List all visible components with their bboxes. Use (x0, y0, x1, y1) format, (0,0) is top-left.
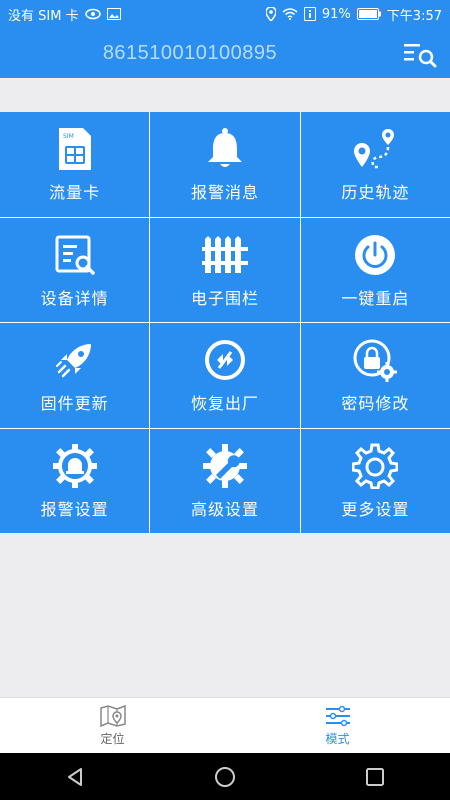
recents-button[interactable] (355, 757, 395, 797)
route-icon (351, 125, 399, 173)
home-button[interactable] (205, 757, 245, 797)
grid-label: 设备详情 (40, 288, 109, 308)
sim-card-icon: SIM (51, 125, 99, 173)
app-bar: 861510010100895 (0, 28, 450, 78)
location-icon (265, 7, 276, 21)
tab-label: 模式 (325, 732, 350, 746)
grid-label: 历史轨迹 (341, 183, 410, 203)
recents-square-icon (366, 767, 384, 786)
carrier-text: 没有 SIM 卡 (8, 8, 79, 24)
grid-item-advanced-settings[interactable]: 高级设置 (150, 428, 300, 533)
tab-mode[interactable]: 模式 (225, 698, 450, 753)
power-icon (351, 231, 399, 279)
grid-label: 更多设置 (341, 499, 410, 519)
reset-icon (201, 336, 249, 384)
grid-item-device-detail[interactable]: 设备详情 (0, 217, 150, 322)
alarm-gear-icon (51, 442, 99, 490)
bottom-nav: 定位 模式 (0, 697, 450, 753)
bell-icon (201, 125, 249, 173)
grid-item-one-key-restart[interactable]: 一键重启 (300, 217, 450, 322)
svg-text:SIM: SIM (63, 133, 74, 140)
function-grid: SIM 流量卡 报警消息 历史轨迹 设备详情 电子围栏 一键重启 固件更新 恢复… (0, 112, 450, 533)
grid-label: 电子围栏 (190, 288, 259, 308)
gear-icon (351, 442, 399, 490)
system-nav-bar (0, 753, 450, 800)
grid-label: 报警消息 (190, 183, 259, 203)
grid-label: 报警设置 (40, 499, 109, 519)
rocket-icon (51, 336, 99, 384)
back-triangle-icon (68, 767, 82, 786)
list-search-icon (404, 44, 437, 68)
list-search-button[interactable] (402, 40, 438, 68)
grid-label: 恢复出厂 (190, 394, 259, 414)
sliders-icon (325, 705, 350, 727)
grid-item-flow-card[interactable]: SIM 流量卡 (0, 112, 150, 217)
lock-gear-icon (351, 336, 399, 384)
home-circle-icon (215, 766, 235, 787)
grid-label: 一键重启 (341, 288, 410, 308)
grid-item-geo-fence[interactable]: 电子围栏 (150, 217, 300, 322)
image-icon (106, 8, 121, 20)
grid-item-factory-reset[interactable]: 恢复出厂 (150, 323, 300, 428)
wrench-gear-icon (201, 442, 249, 490)
tab-location[interactable]: 定位 (0, 698, 225, 753)
clock-text: 下午3:57 (386, 8, 442, 24)
fence-icon (201, 231, 249, 279)
device-detail-icon (51, 231, 99, 279)
battery-icon (356, 8, 381, 20)
grid-label: 流量卡 (49, 183, 101, 203)
grid-item-history-track[interactable]: 历史轨迹 (300, 112, 450, 217)
wifi-icon (282, 8, 298, 20)
battery-percent: 91% (321, 6, 351, 22)
device-id-title: 861510010100895 (102, 41, 278, 64)
tab-label: 定位 (100, 732, 125, 746)
grid-label: 高级设置 (190, 499, 259, 519)
grid-label: 固件更新 (40, 394, 109, 414)
grid-item-more-settings[interactable]: 更多设置 (300, 428, 450, 533)
grid-item-firmware-update[interactable]: 固件更新 (0, 323, 150, 428)
info-icon (303, 7, 316, 21)
grid-item-password-change[interactable]: 密码修改 (300, 323, 450, 428)
grid-item-alarm-settings[interactable]: 报警设置 (0, 428, 150, 533)
status-bar: 没有 SIM 卡 91% 下午3:57 (0, 0, 450, 28)
map-icon (99, 704, 126, 728)
eye-icon (84, 8, 101, 20)
grid-label: 密码修改 (341, 394, 410, 414)
grid-item-alarm-messages[interactable]: 报警消息 (150, 112, 300, 217)
back-button[interactable] (55, 757, 95, 797)
